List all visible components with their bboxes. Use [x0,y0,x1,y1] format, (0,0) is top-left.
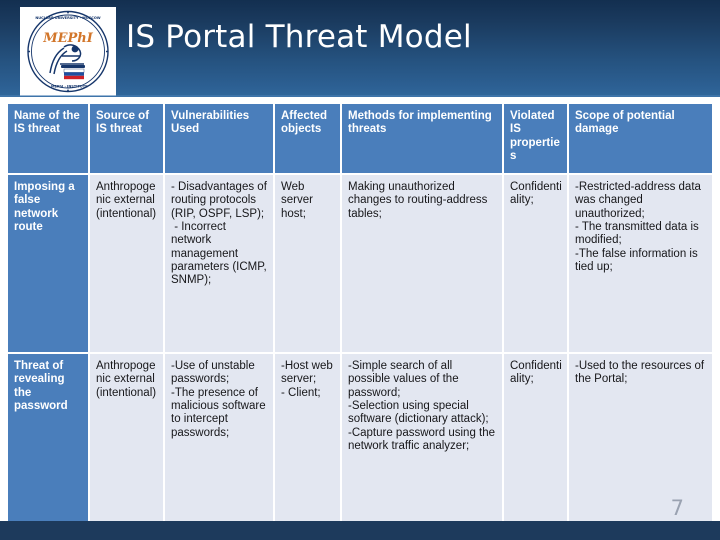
cell-violated-properties: Confidentiality; [504,175,569,354]
title-banner: NUCLEAR UNIVERSITY · MOSCOW · MEPhI · IN… [0,0,720,97]
column-header-source-of-threat: Source of IS threat [90,104,165,175]
table-header-row: Name of the IS threat Source of IS threa… [8,104,712,175]
bottom-bar [0,521,720,540]
column-header-methods: Methods for implementing threats [342,104,504,175]
cell-threat-name: Threat of revealing the password [8,354,90,527]
svg-text:NUCLEAR UNIVERSITY · MOSCOW: NUCLEAR UNIVERSITY · MOSCOW [35,16,100,20]
cell-damage: -Restricted-address data was changed una… [569,175,712,354]
mephi-seal-logo: NUCLEAR UNIVERSITY · MOSCOW · MEPhI · IN… [20,7,116,96]
cell-threat-source: Anthropogenic external (intentional) [90,175,165,354]
cell-damage: -Used to the resources of the Portal; [569,354,712,527]
cell-vulnerabilities: - Disadvantages of routing protocols (RI… [165,175,275,354]
cell-methods: -Simple search of all possible values of… [342,354,504,527]
cell-affected-objects: -Host web server; - Client; [275,354,342,527]
cell-threat-source: Anthropogenic external (intentional) [90,354,165,527]
cell-affected-objects: Web server host; [275,175,342,354]
column-header-violated-properties: Violated IS properties [504,104,569,175]
column-header-vulnerabilities: Vulnerabilities Used [165,104,275,175]
column-header-scope-of-damage: Scope of potential damage [569,104,712,175]
table-row: Threat of revealing the password Anthrop… [8,354,712,527]
column-header-affected-objects: Affected objects [275,104,342,175]
svg-text:MEPhI: MEPhI [42,31,94,46]
svg-text:· MEPhI · INSTITUTE: · MEPhI · INSTITUTE [49,85,89,89]
page-title: IS Portal Threat Model [126,19,472,55]
cell-threat-name: Imposing a false network route [8,175,90,354]
threat-model-table: Name of the IS threat Source of IS threa… [8,104,712,527]
slide: NUCLEAR UNIVERSITY · MOSCOW · MEPhI · IN… [0,0,720,540]
column-header-name-of-threat: Name of the IS threat [8,104,90,175]
cell-methods: Making unauthorized changes to routing-a… [342,175,504,354]
page-number: 7 [670,496,684,520]
cell-vulnerabilities: -Use of unstable passwords; -The presenc… [165,354,275,527]
table-row: Imposing a false network route Anthropog… [8,175,712,354]
cell-violated-properties: Confidentiality; [504,354,569,527]
